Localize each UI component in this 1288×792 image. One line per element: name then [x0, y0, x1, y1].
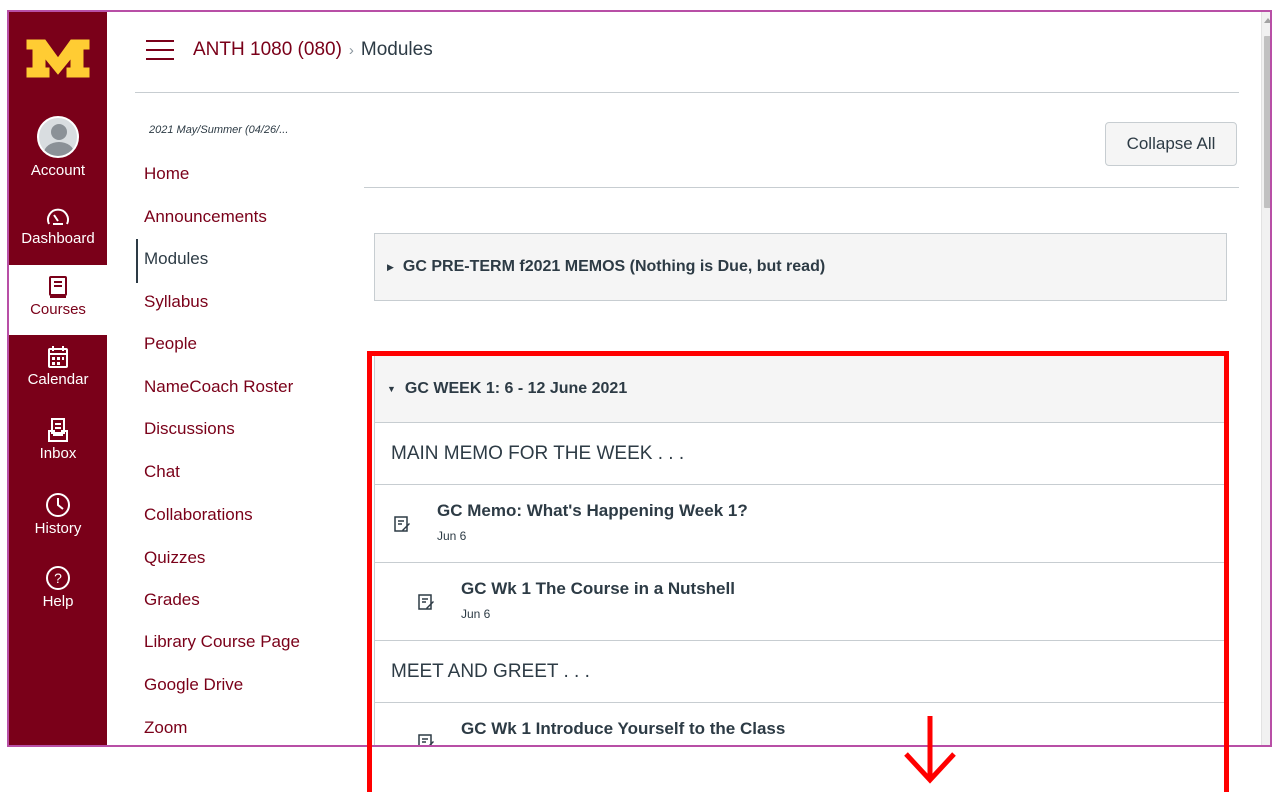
global-nav-label: Inbox	[39, 445, 77, 462]
module-item-title[interactable]: GC Wk 1 Introduce Yourself to the Class	[461, 719, 785, 739]
module-item-title[interactable]: GC Wk 1 The Course in a Nutshell	[461, 579, 735, 599]
global-nav-account[interactable]: Account	[9, 116, 107, 179]
page-icon	[418, 594, 434, 610]
course-nav-library-course-page[interactable]: Library Course Page	[144, 632, 300, 652]
inbox-icon	[48, 418, 68, 442]
module-item-date: Jun 6	[461, 607, 491, 621]
header-divider	[135, 92, 1239, 93]
collapse-triangle-icon: ▼	[387, 384, 396, 394]
module-item-title[interactable]: GC Memo: What's Happening Week 1?	[437, 501, 748, 521]
course-menu-toggle-button[interactable]	[146, 40, 174, 62]
dashboard-gauge-icon	[47, 208, 69, 225]
module-item-date: Jun 6	[437, 529, 467, 543]
page-icon	[418, 734, 434, 745]
scrollbar-thumb[interactable]	[1264, 36, 1270, 208]
module-header[interactable]: ▶ GC PRE-TERM f2021 MEMOS (Nothing is Du…	[375, 234, 1226, 300]
breadcrumb-separator-icon: ›	[348, 42, 354, 59]
global-nav-label: History	[34, 520, 82, 537]
term-label: 2021 May/Summer (04/26/...	[149, 124, 289, 136]
module-item[interactable]: GC Memo: What's Happening Week 1? Jun 6	[375, 484, 1226, 562]
course-nav-syllabus[interactable]: Syllabus	[144, 292, 208, 312]
breadcrumb-current: Modules	[360, 39, 433, 60]
browser-window: Account Dashboard Courses Calendar Inbox…	[7, 10, 1272, 747]
global-nav-inbox[interactable]: Inbox	[9, 417, 107, 462]
course-nav-modules[interactable]: Modules	[136, 239, 208, 283]
global-nav-label: Calendar	[27, 371, 89, 388]
courses-book-icon	[49, 276, 67, 298]
global-nav-label: Help	[42, 593, 74, 610]
toolbar-divider	[364, 187, 1239, 188]
clock-icon	[46, 493, 70, 517]
module-header[interactable]: ▼ GC WEEK 1: 6 - 12 June 2021	[375, 356, 1226, 422]
collapse-all-button[interactable]: Collapse All	[1105, 122, 1237, 166]
module-item[interactable]: GC Wk 1 Introduce Yourself to the Class	[375, 702, 1226, 745]
page-icon	[394, 516, 410, 532]
account-avatar-icon	[37, 116, 79, 158]
course-nav-chat[interactable]: Chat	[144, 462, 180, 482]
course-nav-collaborations[interactable]: Collaborations	[144, 505, 253, 525]
global-nav-courses[interactable]: Courses	[9, 265, 107, 335]
global-nav-calendar[interactable]: Calendar	[9, 345, 107, 388]
global-navigation: Account Dashboard Courses Calendar Inbox…	[9, 12, 107, 745]
module-title: GC PRE-TERM f2021 MEMOS (Nothing is Due,…	[402, 258, 826, 275]
module-title: GC WEEK 1: 6 - 12 June 2021	[404, 380, 628, 397]
course-nav-discussions[interactable]: Discussions	[144, 419, 235, 439]
university-logo-icon[interactable]	[23, 32, 93, 82]
global-nav-label: Courses	[30, 301, 86, 318]
vertical-scrollbar[interactable]	[1261, 12, 1270, 745]
module-subheader: MEET AND GREET . . .	[375, 640, 1226, 702]
module-item[interactable]: GC Wk 1 The Course in a Nutshell Jun 6	[375, 562, 1226, 640]
course-nav-zoom[interactable]: Zoom	[144, 718, 187, 738]
course-nav-announcements[interactable]: Announcements	[144, 207, 267, 227]
breadcrumb-course-link[interactable]: ANTH 1080 (080)	[193, 39, 342, 60]
course-nav-grades[interactable]: Grades	[144, 590, 200, 610]
module-week-1: ▼ GC WEEK 1: 6 - 12 June 2021 MAIN MEMO …	[374, 355, 1227, 745]
global-nav-label: Account	[30, 162, 86, 179]
breadcrumb: ANTH 1080 (080) › Modules	[193, 39, 433, 61]
course-nav-namecoach-roster[interactable]: NameCoach Roster	[144, 377, 293, 397]
module-pre-term-memos: ▶ GC PRE-TERM f2021 MEMOS (Nothing is Du…	[374, 233, 1227, 301]
course-nav-google-drive[interactable]: Google Drive	[144, 675, 243, 695]
course-nav-quizzes[interactable]: Quizzes	[144, 548, 205, 568]
module-subheader: MAIN MEMO FOR THE WEEK . . .	[375, 422, 1226, 484]
global-nav-help[interactable]: ? Help	[9, 565, 107, 610]
red-down-arrow-icon	[904, 716, 956, 784]
svg-text:?: ?	[54, 570, 62, 586]
course-nav-people[interactable]: People	[144, 334, 197, 354]
global-nav-label: Dashboard	[21, 230, 95, 247]
course-nav-home[interactable]: Home	[144, 164, 189, 184]
calendar-icon	[48, 346, 68, 368]
expand-triangle-icon: ▶	[387, 261, 394, 272]
question-icon: ?	[46, 566, 70, 590]
scroll-up-arrow-icon[interactable]	[1264, 18, 1270, 23]
global-nav-dashboard[interactable]: Dashboard	[9, 206, 107, 247]
global-nav-history[interactable]: History	[9, 492, 107, 537]
